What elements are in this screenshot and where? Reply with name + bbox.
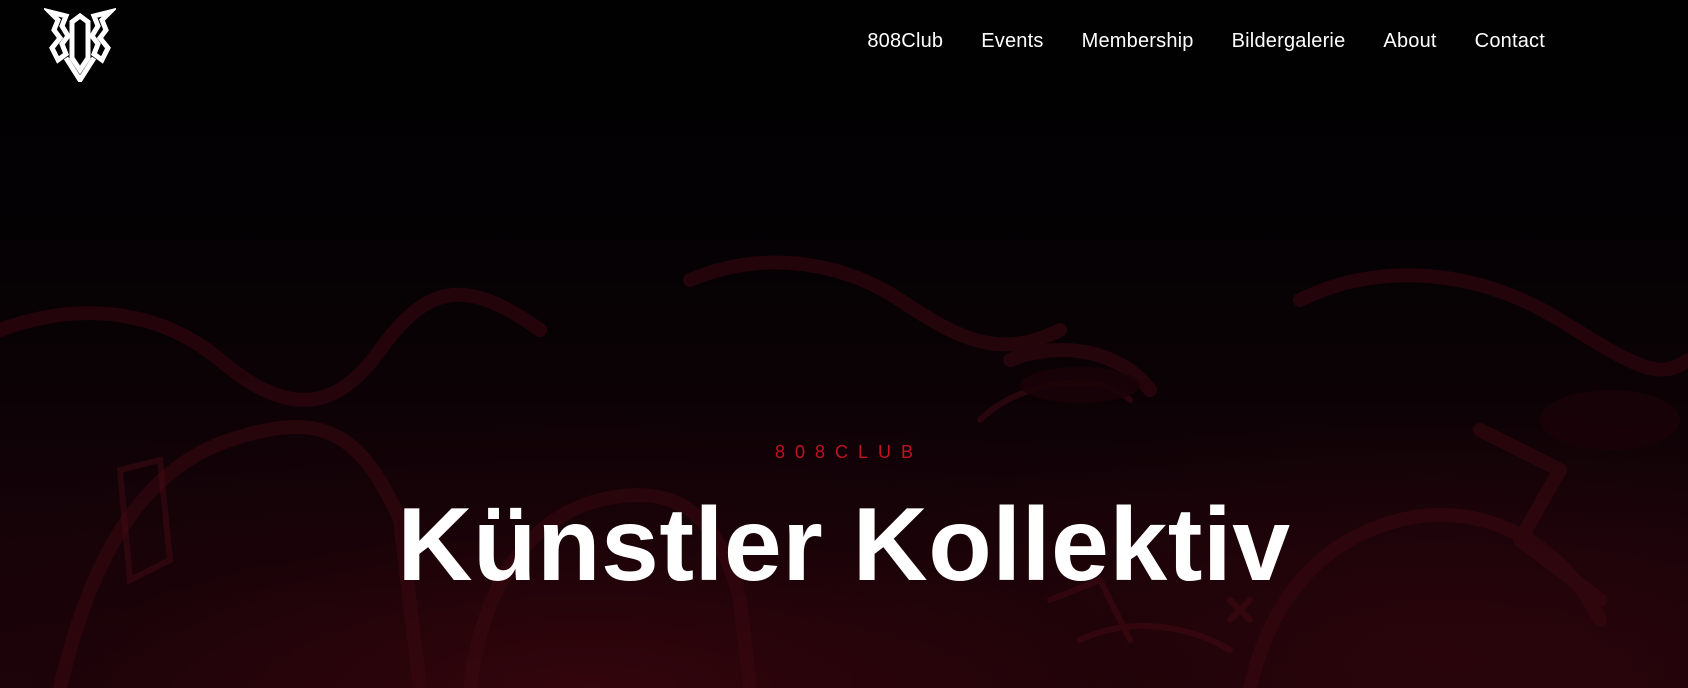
hero-section: 808CLUB Künstler Kollektiv	[0, 0, 1688, 688]
page: 808Club Events Membership Bildergalerie …	[0, 0, 1688, 688]
hero-eyebrow: 808CLUB	[774, 442, 924, 462]
hero-title: Künstler Kollektiv	[397, 487, 1291, 603]
